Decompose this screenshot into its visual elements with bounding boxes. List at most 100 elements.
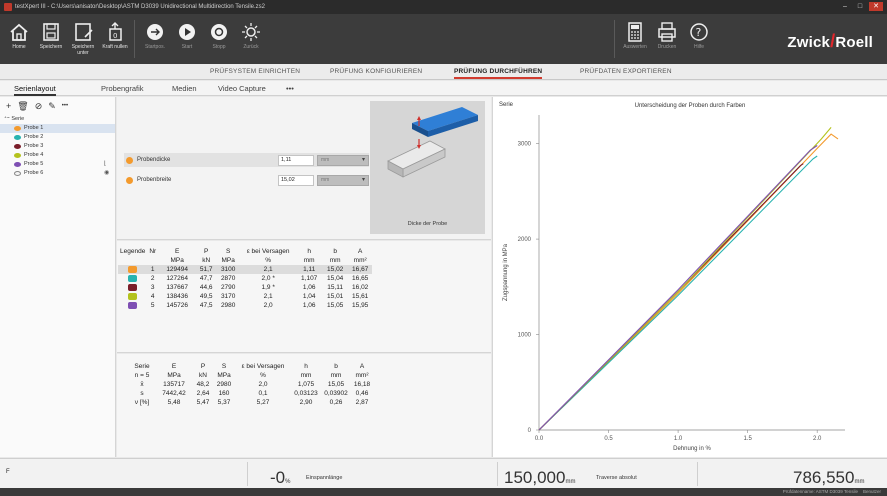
minimize-button[interactable]: –	[839, 2, 851, 11]
specimen-tree: ⁺⁼ Serie Probe 1 Probe 2 Probe 3 Probe 4…	[0, 115, 115, 178]
width-unit-select[interactable]: mm	[317, 174, 369, 186]
tree-item-probe-5[interactable]: Probe 5 ⌊	[0, 160, 115, 169]
start-button[interactable]: Start	[172, 18, 202, 60]
stats-row-cv: ν [%] 5,48 5,47 5,37 5,27 2,90 0,26 2,87	[134, 399, 369, 406]
more-tabs-button[interactable]: •••	[286, 84, 294, 93]
stress-strain-chart-panel: Serie Unterscheidung der Proben durch Fa…	[492, 97, 887, 457]
tree-item-probe-4[interactable]: Probe 4	[0, 151, 115, 160]
stop-button[interactable]: Stopp	[204, 18, 234, 60]
status-left-label: F	[6, 469, 10, 475]
stats-row-mean: x̄ 135717 48,2 2980 2,0 1,075 15,05 16,18	[140, 381, 371, 388]
specimen-preview: Dicke der Probe	[370, 101, 485, 234]
thickness-input[interactable]: 1,11	[278, 154, 314, 166]
tab-pruefsystem-einrichten[interactable]: PRÜFSYSTEM EINRICHTEN	[210, 68, 300, 75]
results-unit-row: MPa kN MPa % mm mm mm²	[170, 257, 367, 264]
save-as-button[interactable]: Speichern unter	[68, 18, 98, 60]
y-tick-label: 1000	[518, 333, 532, 339]
statistics-table: Serie E P S ε bei Versagen h b A n = 5 MP…	[129, 362, 373, 407]
tree-item-probe-2[interactable]: Probe 2	[0, 133, 115, 142]
y-tick-label: 3000	[518, 142, 532, 148]
tree-item-probe-3[interactable]: Probe 3	[0, 142, 115, 151]
footer-bar: Prüfdatenname: ASTM D3039 Tensile Benutz…	[0, 488, 887, 496]
width-label: Probenbreite	[137, 177, 172, 183]
maximize-button[interactable]: □	[854, 2, 866, 11]
title-bar: testXpert III - C:\Users\anisator\Deskto…	[0, 0, 887, 14]
table-row[interactable]: 2 127264 47,7 2870 2,0 * 1,107 15,04 16,65	[118, 274, 372, 283]
save-as-label: Speichern unter	[71, 44, 95, 56]
print-label: Drucken	[657, 44, 677, 50]
tab-pruefdaten-exportieren[interactable]: PRÜFDATEN EXPORTIEREN	[580, 68, 672, 75]
return-button[interactable]: Zurück	[236, 18, 266, 60]
tree-root-serie[interactable]: ⁺⁼ Serie	[0, 115, 115, 124]
force-zero-button[interactable]: 0 Kraft nullen	[100, 18, 130, 60]
stress-strain-chart[interactable]: 0.0 0.5 1.0 1.5 2.0 0 1000 2000 3000 Dehnung in %…	[493, 97, 887, 457]
table-row[interactable]: 4 138436 49,5 3170 2,1 1,04 15,01 15,61	[118, 292, 372, 301]
specimen-parameters-panel: Probendicke 1,11 mm Probenbreite 15,02 m…	[117, 97, 491, 240]
more-icon[interactable]: •••	[62, 103, 68, 109]
y-tick-label: 0	[528, 428, 532, 434]
thickness-unit-select[interactable]: mm	[317, 154, 369, 166]
zwick-roell-logo: Zwick/Roell	[787, 31, 873, 51]
table-row[interactable]: 3 137667 44,6 2790 1,9 * 1,06 15,11 16,02	[118, 283, 372, 292]
series-line-probe-4	[538, 127, 832, 431]
table-row[interactable]: 5 145726 47,5 2980 2,0 1,06 15,05 15,95	[118, 301, 372, 310]
current-specimen-icon: ◉	[104, 170, 110, 176]
stats-header-row: Serie E P S ε bei Versagen h b A	[134, 363, 365, 370]
start-position-button[interactable]: Startpos.	[140, 18, 170, 60]
specimen-legend-icon	[128, 283, 138, 291]
stats-row-stddev: s 7442,42 2,64 160 0,1 0,03123 0,03902 0,46	[140, 390, 369, 397]
edit-icon[interactable]: ✎	[48, 101, 56, 112]
start-label: Start	[181, 44, 193, 50]
table-row[interactable]: 1 129494 51,7 3100 2,1 1,11 15,02 16,67	[118, 265, 373, 274]
tab-probengrafik[interactable]: Probengrafik	[101, 84, 144, 93]
specimen-color-icon	[14, 153, 21, 158]
tree-item-probe-6[interactable]: Probe 6 ◉	[0, 169, 115, 178]
stop-label: Stopp	[212, 44, 226, 50]
print-button[interactable]: Drucken	[652, 18, 682, 60]
return-label: Zurück	[243, 44, 259, 50]
stop-icon	[211, 24, 227, 40]
evaluate-button[interactable]: Auswerten	[620, 18, 650, 60]
tab-video-capture[interactable]: Video Capture	[218, 84, 266, 93]
tree-item-probe-1[interactable]: Probe 1	[0, 124, 115, 133]
ribbon-separator	[614, 20, 615, 58]
y-axis-label: Zugspannung in MPa	[503, 243, 509, 301]
add-icon[interactable]: +	[6, 101, 11, 111]
x-tick-label: 1.5	[743, 436, 752, 442]
home-button[interactable]: Home	[4, 18, 34, 60]
thickness-label: Probendicke	[137, 157, 171, 163]
clamping-length-value: -0%	[270, 468, 291, 487]
delete-icon[interactable]: 🗑	[17, 101, 28, 112]
sub-tab-bar: Serienlayout Probengrafik Medien Video C…	[0, 81, 887, 96]
specimen-legend-icon	[128, 274, 138, 282]
tab-medien[interactable]: Medien	[172, 84, 197, 93]
clamping-length-display: -0% Einspannlänge	[247, 462, 497, 487]
specimen-color-icon	[14, 144, 21, 149]
start-position-label: Startpos.	[144, 44, 165, 50]
home-icon	[10, 23, 28, 41]
block-icon[interactable]: ⊘	[35, 101, 43, 112]
ribbon-toolbar: Home Speichern Speichern unter 0 Kraft n…	[0, 14, 887, 64]
app-icon	[4, 3, 12, 11]
specimen-color-icon	[14, 162, 21, 167]
svg-text:?: ?	[696, 26, 702, 39]
svg-text:0: 0	[113, 32, 117, 40]
x-tick-label: 1.0	[674, 436, 683, 442]
x-axis-label: Dehnung in %	[673, 446, 711, 452]
specimen-legend-icon	[128, 292, 138, 300]
tab-pruefung-durchfuehren[interactable]: PRÜFUNG DURCHFÜHREN	[454, 68, 543, 79]
width-input[interactable]: 15,02	[278, 174, 314, 186]
edit-mark-icon: ⌊	[104, 161, 107, 167]
tab-pruefung-konfigurieren[interactable]: PRÜFUNG KONFIGURIEREN	[330, 68, 422, 75]
force-zero-icon: 0	[109, 22, 122, 41]
home-label: Home	[12, 44, 26, 50]
save-button[interactable]: Speichern	[36, 18, 66, 60]
save-icon	[43, 23, 59, 41]
close-button[interactable]: ✕	[869, 2, 883, 11]
tab-serienlayout[interactable]: Serienlayout	[14, 84, 56, 96]
return-icon	[242, 23, 260, 41]
param-row-width: Probenbreite 15,02 mm	[124, 173, 369, 187]
window-controls: – □ ✕	[839, 2, 883, 11]
help-button[interactable]: ? Hilfe	[684, 18, 714, 60]
start-position-icon	[147, 24, 163, 40]
